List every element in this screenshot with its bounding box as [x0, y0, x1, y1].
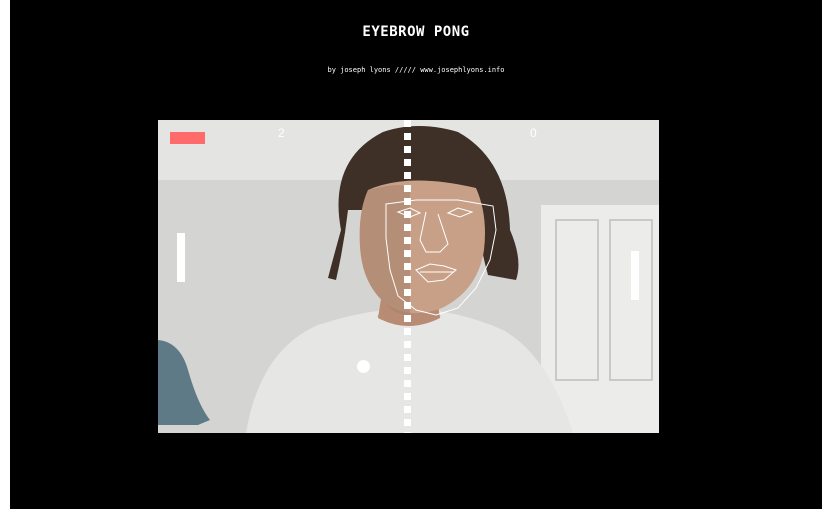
game-title: EYEBROW PONG	[362, 24, 470, 40]
pong-ball	[357, 360, 370, 373]
center-net	[404, 120, 411, 433]
player-indicator	[170, 132, 205, 144]
author-byline: by joseph lyons ///// www.josephlyons.in…	[327, 66, 505, 74]
game-screen: EYEBROW PONG by joseph lyons ///// www.j…	[10, 0, 822, 509]
score-right: 0	[530, 126, 537, 140]
left-paddle	[177, 233, 185, 282]
page: EYEBROW PONG by joseph lyons ///// www.j…	[0, 0, 833, 509]
game-canvas[interactable]: 2 0	[158, 120, 659, 433]
score-left: 2	[278, 126, 285, 140]
right-paddle	[631, 251, 639, 300]
